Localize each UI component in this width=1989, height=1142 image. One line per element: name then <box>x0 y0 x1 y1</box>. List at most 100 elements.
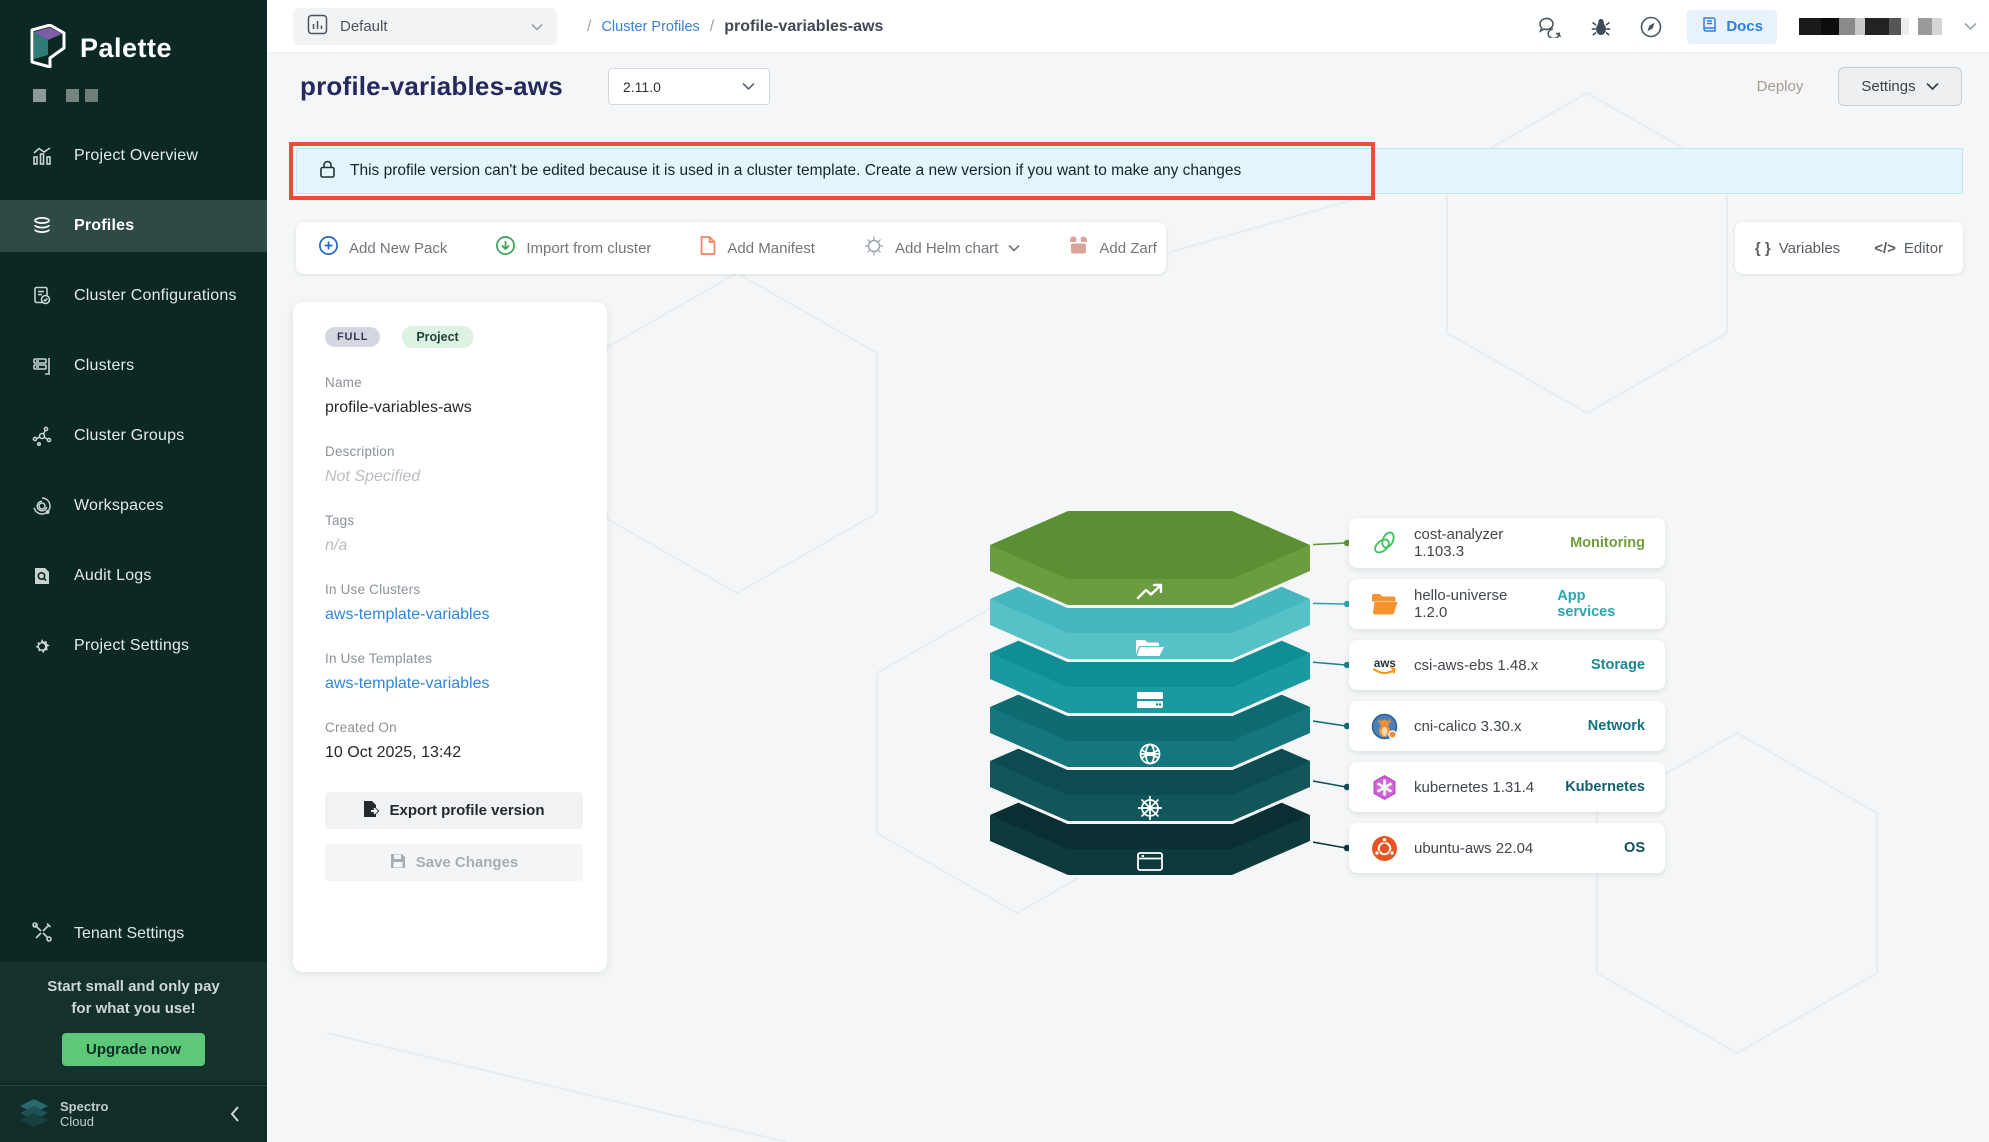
view-switch-card: { } Variables </> Editor <box>1735 222 1963 274</box>
compass-icon[interactable] <box>1637 13 1665 41</box>
pack-row-csi-aws-ebs[interactable]: aws csi-aws-ebs 1.48.x Storage <box>1349 640 1665 690</box>
profile-info-card: FULL Project Name profile-variables-aws … <box>293 302 607 972</box>
project-selector[interactable]: Default <box>293 8 557 45</box>
pack-row-ubuntu-aws[interactable]: ubuntu-aws 22.04 OS <box>1349 823 1665 873</box>
spectro-cloud-logo-icon <box>18 1097 50 1132</box>
save-changes-button[interactable]: Save Changes <box>325 844 583 881</box>
sidebar-item-clusters[interactable]: Clusters <box>0 340 267 392</box>
sidebar-item-project-overview[interactable]: Project Overview <box>0 130 267 182</box>
pack-row-hello-universe[interactable]: hello-universe 1.2.0 App services <box>1349 579 1665 629</box>
add-new-pack-label: Add New Pack <box>349 240 447 257</box>
profile-badges: FULL Project <box>325 326 579 348</box>
breadcrumb-separator: / <box>587 18 591 36</box>
add-zarf-button[interactable]: Add Zarf <box>1068 236 1157 260</box>
sidebar-item-label: Project Settings <box>74 637 189 655</box>
add-manifest-label: Add Manifest <box>727 240 815 257</box>
sidebar-nav: Project Overview Profiles <box>0 130 267 672</box>
chevron-down-icon <box>1008 239 1020 257</box>
project-selector-value: Default <box>340 18 388 35</box>
deploy-button[interactable]: Deploy <box>1738 68 1822 105</box>
sidebar-item-audit-logs[interactable]: Audit Logs <box>0 550 267 602</box>
pack-layer-tag: Kubernetes <box>1565 779 1645 795</box>
version-value: 2.11.0 <box>623 79 661 95</box>
app-root: Palette Project Overview <box>0 0 1989 1142</box>
created-on-value: 10 Oct 2025, 13:42 <box>325 744 579 762</box>
sidebar-item-profiles[interactable]: Profiles <box>0 200 267 252</box>
breadcrumb-link-cluster-profiles[interactable]: Cluster Profiles <box>601 19 699 35</box>
sidebar-item-label: Audit Logs <box>74 567 152 585</box>
locked-version-banner: This profile version can't be edited bec… <box>296 148 1963 194</box>
pack-name: kubernetes 1.31.4 <box>1414 779 1534 796</box>
code-icon: </> <box>1874 240 1896 257</box>
add-helm-chart-button[interactable]: Add Helm chart <box>863 235 1020 262</box>
pack-name: cost-analyzer 1.103.3 <box>1414 526 1554 560</box>
pack-name: hello-universe 1.2.0 <box>1414 587 1541 621</box>
description-label: Description <box>325 444 579 459</box>
tags-value: n/a <box>325 537 579 555</box>
pack-row-cni-calico[interactable]: cni-calico 3.30.x Network <box>1349 701 1665 751</box>
name-field: Name profile-variables-aws <box>325 375 579 417</box>
badge-project-scope: Project <box>402 326 472 348</box>
bug-report-icon[interactable] <box>1587 13 1615 41</box>
import-from-cluster-button[interactable]: Import from cluster <box>495 235 651 261</box>
in-use-clusters-field: In Use Clusters aws-template-variables <box>325 582 579 624</box>
topbar: Default / Cluster Profiles / profile-var… <box>267 0 1989 53</box>
sidebar-item-cluster-configurations[interactable]: Cluster Configurations <box>0 270 267 322</box>
pack-name: ubuntu-aws 22.04 <box>1414 840 1533 857</box>
upgrade-now-button[interactable]: Upgrade now <box>62 1033 205 1066</box>
profile-layer-stack <box>990 505 1360 885</box>
created-on-field: Created On 10 Oct 2025, 13:42 <box>325 720 579 762</box>
page-title: profile-variables-aws <box>300 71 563 102</box>
plus-circle-icon <box>318 235 339 261</box>
lock-icon <box>319 159 336 184</box>
add-new-pack-button[interactable]: Add New Pack <box>318 235 447 261</box>
name-value: profile-variables-aws <box>325 399 579 417</box>
sidebar-item-cluster-groups[interactable]: Cluster Groups <box>0 410 267 462</box>
tools-icon <box>30 920 54 949</box>
sidebar-item-project-settings[interactable]: Project Settings <box>0 620 267 672</box>
pack-layer-tag: OS <box>1624 840 1645 856</box>
pack-row-cost-analyzer[interactable]: cost-analyzer 1.103.3 Monitoring <box>1349 518 1665 568</box>
editor-button[interactable]: </> Editor <box>1874 240 1943 257</box>
pack-name: cni-calico 3.30.x <box>1414 718 1522 735</box>
user-menu-chevron-icon[interactable] <box>1964 18 1977 36</box>
in-use-clusters-link[interactable]: aws-template-variables <box>325 606 579 624</box>
export-profile-version-button[interactable]: Export profile version <box>325 792 583 829</box>
upgrade-panel: Start small and only pay for what you us… <box>0 962 267 1083</box>
export-label: Export profile version <box>389 802 544 819</box>
sidebar-item-tenant-settings[interactable]: Tenant Settings <box>0 908 267 960</box>
banner-message: This profile version can't be edited bec… <box>350 162 1241 180</box>
pack-toolbar: Add New Pack Import from cluster Add Man… <box>296 222 1166 274</box>
version-select[interactable]: 2.11.0 <box>608 68 770 105</box>
ubuntu-icon <box>1371 835 1398 862</box>
settings-button[interactable]: Settings <box>1838 67 1962 106</box>
folder-icon <box>1371 591 1398 618</box>
sidebar-collapse-icon[interactable] <box>221 1100 249 1128</box>
import-from-cluster-label: Import from cluster <box>526 240 651 257</box>
chat-feedback-icon[interactable] <box>1537 13 1565 41</box>
pack-layer-tag: Monitoring <box>1570 535 1645 551</box>
kubecost-icon <box>1371 530 1398 557</box>
brand-name: Palette <box>80 33 172 64</box>
in-use-templates-link[interactable]: aws-template-variables <box>325 675 579 693</box>
breadcrumb-separator: / <box>710 18 714 36</box>
settings-label: Settings <box>1861 78 1915 95</box>
docs-label: Docs <box>1726 18 1763 35</box>
sidebar-item-label: Clusters <box>74 357 134 375</box>
braces-icon: { } <box>1755 240 1771 257</box>
palette-logo-icon <box>28 24 68 73</box>
bar-chart-icon <box>30 144 54 168</box>
upgrade-text-line2: for what you use! <box>0 998 267 1020</box>
helm-logo-icon <box>863 235 885 262</box>
breadcrumb: / Cluster Profiles / profile-variables-a… <box>587 0 883 53</box>
stack-layer-monitoring[interactable] <box>990 511 1310 605</box>
docs-button[interactable]: Docs <box>1687 10 1777 44</box>
add-manifest-button[interactable]: Add Manifest <box>699 235 815 261</box>
chevron-down-icon <box>742 78 755 96</box>
gear-icon <box>30 634 54 658</box>
brand-logo: Palette <box>0 0 267 73</box>
variables-button[interactable]: { } Variables <box>1755 240 1840 257</box>
pack-row-kubernetes[interactable]: kubernetes 1.31.4 Kubernetes <box>1349 762 1665 812</box>
sidebar-item-label: Tenant Settings <box>74 925 184 943</box>
sidebar-item-workspaces[interactable]: Workspaces <box>0 480 267 532</box>
